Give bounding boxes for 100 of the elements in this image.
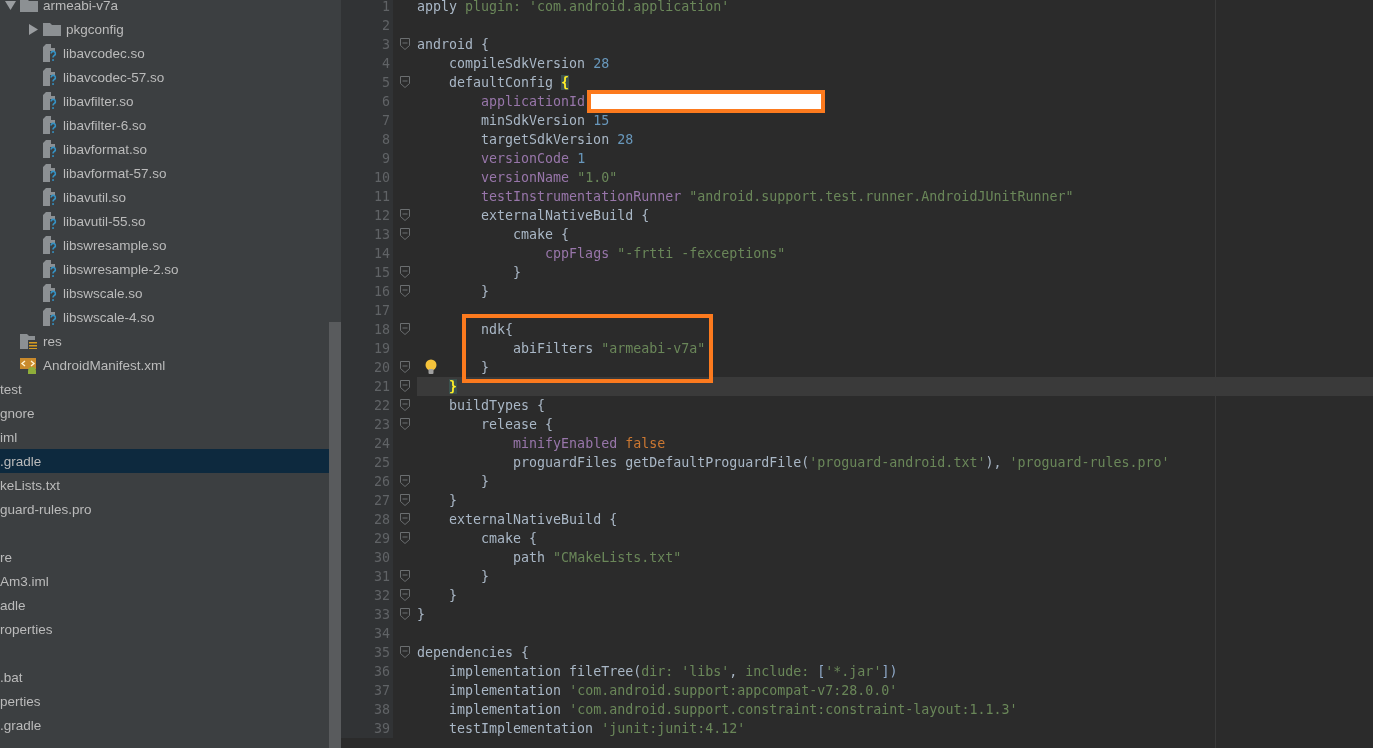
code-token: 'com.android.support.constraint:constraint-layout:1.1.3' [569,701,1018,717]
tree-row[interactable]: res [0,329,329,353]
tree-row[interactable]: roperties [0,617,329,641]
tree-row[interactable]: libswscale-4.so [0,305,329,329]
tree-row[interactable]: .gradle [0,713,329,737]
tree-row[interactable]: libavformat.so [0,137,329,161]
tree-row[interactable]: perties [0,689,329,713]
tree-row[interactable]: libswscale.so [0,281,329,305]
code-token: } [481,568,490,584]
code-token: } [449,587,458,603]
tree-row[interactable]: libavfilter.so [0,89,329,113]
fold-icon[interactable] [400,532,410,544]
file-name: test [0,381,23,397]
fold-icon[interactable] [400,209,410,221]
tree-row[interactable]: libavformat-57.so [0,161,329,185]
tree-row[interactable]: guard-rules.pro [0,497,329,521]
tree-row[interactable]: re [0,545,329,569]
fold-icon[interactable] [400,323,410,335]
fold-icon[interactable] [400,285,410,297]
fold-icon[interactable] [400,513,410,525]
code-token: [ [817,663,826,679]
fold-icon[interactable] [400,76,410,88]
code-token: { [561,74,570,90]
fold-icon[interactable] [400,475,410,487]
fold-icon[interactable] [400,380,410,392]
file-name: pkgconfig [65,21,125,37]
code-token: dir: [641,663,675,679]
folder-icon [20,0,38,12]
code-token: externalNativeBuild { [481,207,650,223]
code-token: dependencies { [417,644,530,660]
fold-icon[interactable] [400,570,410,582]
file-name: AndroidManifest.xml [42,357,167,373]
tree-row[interactable]: libswresample.so [0,233,329,257]
file-name: libavfilter.so [62,93,135,109]
code-token: minifyEnabled [513,435,619,451]
code-token: '*.jar' [825,663,882,679]
tree-row[interactable]: iml [0,425,329,449]
code-token: apply [417,0,459,14]
file-name: libavutil-55.so [62,213,147,229]
code-token: 'com.android.support:appcompat-v7:28.0.0' [569,682,898,698]
code-token: testImplementation [449,720,595,736]
code-token: } [481,473,490,489]
tree-row[interactable]: gnore [0,401,329,425]
code-token: include: [745,663,811,679]
tree-row[interactable]: armeabi-v7a [0,0,329,17]
code-token: "1.0" [577,169,618,185]
code-token: testInstrumentationRunner [481,188,683,204]
code-token: 1 [577,150,586,166]
fold-icon[interactable] [400,608,410,620]
unknown-file-icon [43,44,58,62]
fold-icon[interactable] [400,228,410,240]
collapsed-arrow-icon[interactable] [27,23,39,35]
fold-icon[interactable] [400,494,410,506]
code-token: cmake { [513,226,570,242]
tree-row[interactable]: libavutil.so [0,185,329,209]
tree-row[interactable]: libavcodec.so [0,41,329,65]
tree-row[interactable]: AndroidManifest.xml [0,353,329,377]
tree-row[interactable]: libavutil-55.so [0,209,329,233]
tree-row[interactable]: pkgconfig [0,17,329,41]
tree-row[interactable]: .gradle [0,449,329,473]
unknown-file-icon [43,164,58,182]
fold-icon[interactable] [400,646,410,658]
fold-icon[interactable] [400,589,410,601]
file-name: libswscale-4.so [62,309,156,325]
file-name: libavcodec.so [62,45,146,61]
fold-icon[interactable] [400,266,410,278]
tree-row[interactable]: keLists.txt [0,473,329,497]
code-token: 15 [593,112,610,128]
code-token: , [729,663,739,679]
file-name: libavformat-57.so [62,165,168,181]
code-token: } [449,492,458,508]
tree-row[interactable]: adle [0,593,329,617]
expanded-arrow-icon[interactable] [4,0,16,11]
file-name: libavutil.so [62,189,128,205]
unknown-file-icon [43,68,58,86]
code-token: applicationId [481,93,586,109]
tree-row[interactable]: libavcodec-57.so [0,65,329,89]
unknown-file-icon [43,116,58,134]
file-name: .bat [0,669,24,685]
code-token: 'proguard-android.txt' [809,454,986,470]
file-name: keLists.txt [0,477,62,493]
fold-icon[interactable] [400,38,410,50]
file-name: perties [0,693,42,709]
code-token: "CMakeLists.txt" [553,549,682,565]
file-name: guard-rules.pro [0,501,93,517]
scrollbar[interactable] [329,322,341,748]
fold-icon[interactable] [400,399,410,411]
tree-row[interactable]: Am3.iml [0,569,329,593]
file-name: libavcodec-57.so [62,69,166,85]
fold-icon[interactable] [400,418,410,430]
tree-row[interactable]: libavfilter-6.so [0,113,329,137]
fold-icon[interactable] [400,361,410,373]
unknown-file-icon [43,308,58,326]
tree-row[interactable]: test [0,377,329,401]
unknown-file-icon [43,140,58,158]
code-token: minSdkVersion [481,112,587,128]
tree-row[interactable]: .bat [0,665,329,689]
tree-row[interactable]: libswresample-2.so [0,257,329,281]
code-token: path [513,549,547,565]
lightbulb-icon[interactable] [425,358,437,376]
